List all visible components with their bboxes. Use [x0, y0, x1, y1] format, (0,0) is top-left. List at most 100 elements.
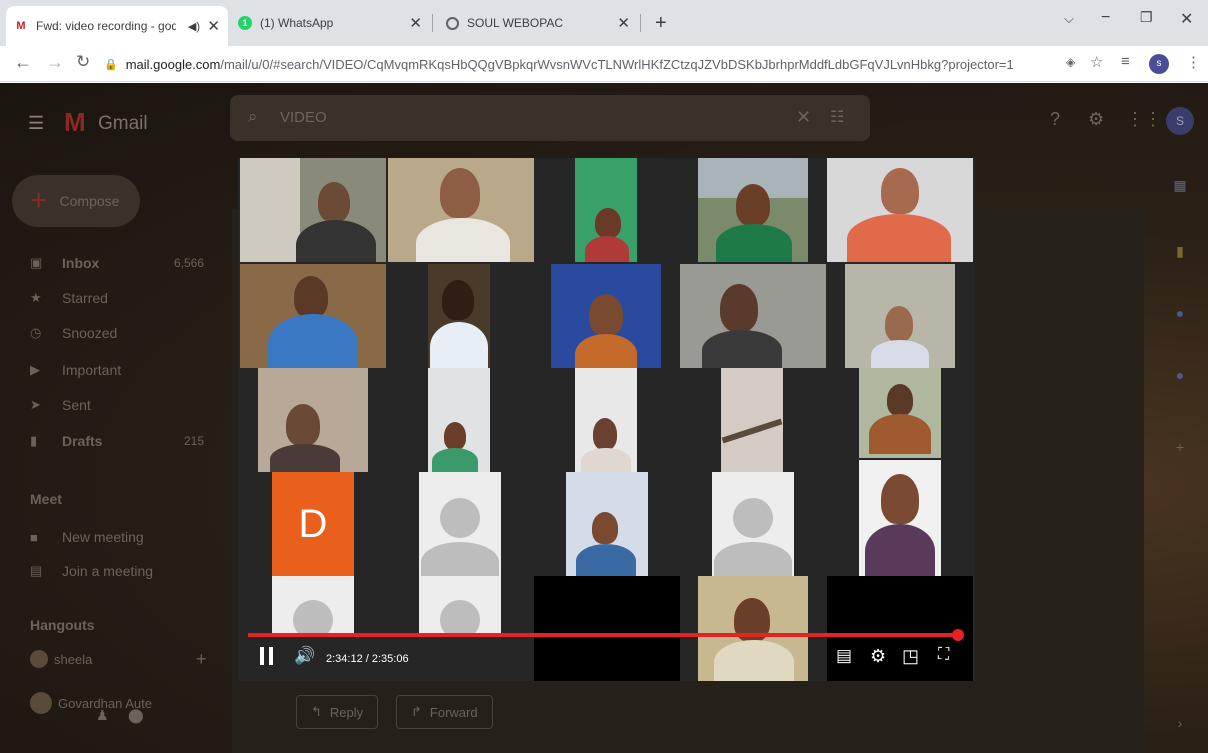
miniplayer-icon[interactable]: ◳	[902, 647, 919, 665]
compose-label: Compose	[59, 193, 120, 209]
profile-avatar[interactable]: s	[1149, 54, 1169, 74]
sidebar-item-label: Drafts	[62, 433, 103, 449]
sidebar-item-starred[interactable]: ★ Starred	[30, 288, 210, 308]
sidebar-item-sent[interactable]: ➤ Sent	[30, 395, 210, 415]
forward-arrow-icon: ↱	[411, 704, 422, 719]
reply-button[interactable]: ↰ Reply	[296, 695, 379, 729]
contacts-icon[interactable]: ●	[1166, 367, 1194, 385]
participant-tile	[428, 264, 490, 368]
forward-icon[interactable]: →	[46, 52, 64, 73]
avatar-placeholder-icon	[440, 498, 480, 538]
participant-tile: D	[272, 472, 354, 576]
expand-panel-icon[interactable]: ›	[1166, 715, 1194, 733]
participant-initial: D	[298, 501, 328, 546]
sidebar-item-label: Starred	[62, 290, 108, 306]
avatar	[30, 650, 48, 668]
restore-icon[interactable]: ❐	[1140, 9, 1153, 26]
add-app-icon[interactable]: +	[1166, 439, 1194, 457]
close-icon[interactable]: ✕	[617, 14, 630, 32]
search-options-icon[interactable]: ☷	[830, 107, 844, 127]
avatar-placeholder-icon	[733, 498, 773, 538]
app-name: Gmail	[98, 113, 148, 134]
compose-button[interactable]: + Compose	[12, 175, 140, 227]
meet-section-title: Meet	[30, 491, 62, 507]
address-bar[interactable]: 🔒 mail.google.com/mail/u/0/#search/VIDEO…	[104, 50, 1044, 78]
help-icon[interactable]: ?	[1050, 109, 1060, 130]
settings-gear-icon[interactable]: ⚙	[870, 647, 886, 665]
menu-kebab-icon[interactable]: ⋮	[1186, 53, 1201, 71]
account-avatar[interactable]: S	[1166, 107, 1194, 135]
minimize-icon[interactable]: −	[1101, 9, 1110, 27]
search-input[interactable]: VIDEO	[280, 109, 327, 126]
video-time: 2:34:12 / 2:35:06	[326, 653, 409, 665]
forward-button[interactable]: ↱ Forward	[396, 695, 493, 729]
tab-divider	[432, 14, 433, 32]
pause-icon[interactable]	[260, 647, 276, 665]
bookmark-star-icon[interactable]: ☆	[1090, 53, 1103, 71]
search-bar[interactable]: ⌕ VIDEO ✕ ☷	[230, 95, 870, 141]
volume-icon[interactable]: 🔊	[294, 647, 315, 664]
participant-tile	[566, 472, 648, 576]
sidebar-item-inbox[interactable]: ▣ Inbox 6,566	[30, 253, 210, 273]
tab-title: (1) WhatsApp	[260, 16, 334, 30]
participant-tile	[419, 472, 501, 576]
add-contact-icon[interactable]: +	[196, 649, 207, 670]
captions-icon[interactable]: ▤	[836, 647, 852, 664]
total-time: 2:35:06	[371, 653, 409, 665]
settings-gear-icon[interactable]: ⚙	[1088, 109, 1104, 130]
tab-whatsapp[interactable]: 1 (1) WhatsApp ✕	[230, 8, 430, 38]
meet-item-label: Join a meeting	[62, 563, 154, 579]
sidebar-item-drafts[interactable]: ▮ Drafts 215	[30, 431, 210, 451]
keyboard-icon: ▤	[30, 563, 43, 578]
participant-tile	[240, 264, 386, 368]
tab-gmail[interactable]: M Fwd: video recording - godb ◀) ✕	[6, 6, 228, 46]
search-icon[interactable]: ⌕	[248, 107, 258, 127]
clear-search-icon[interactable]: ✕	[796, 107, 811, 128]
tab-soul-webopac[interactable]: SOUL WEBOPAC ✕	[438, 8, 638, 38]
new-meeting-button[interactable]: ■ New meeting	[30, 527, 210, 547]
video-progress-bar[interactable]	[248, 633, 958, 637]
back-icon[interactable]: ←	[14, 52, 32, 73]
apps-grid-icon[interactable]: ⋮⋮	[1126, 109, 1162, 130]
avatar-placeholder-icon	[440, 600, 480, 636]
close-icon[interactable]: ✕	[207, 17, 220, 35]
video-controls: 🔊 2:34:12 / 2:35:06 ▤ ⚙ ◳ ⛶	[238, 643, 975, 681]
reading-list-icon[interactable]: ≡	[1121, 53, 1130, 70]
extension-icon[interactable]: ◈	[1066, 55, 1075, 69]
main-menu-icon[interactable]: ☰	[28, 113, 44, 134]
hangouts-section-title: Hangouts	[30, 617, 95, 633]
globe-icon	[446, 16, 459, 30]
join-meeting-button[interactable]: ▤ Join a meeting	[30, 561, 210, 581]
tasks-icon[interactable]: ●	[1166, 305, 1194, 323]
window-close-icon[interactable]: ✕	[1180, 9, 1193, 29]
lock-icon: 🔒	[104, 58, 118, 71]
forward-label: Forward	[429, 704, 478, 720]
sidebar-item-snoozed[interactable]: ◷ Snoozed	[30, 323, 210, 343]
participant-tile	[680, 264, 826, 368]
participant-tile	[698, 158, 808, 262]
keep-icon[interactable]: ▮	[1166, 243, 1194, 261]
location-icon[interactable]: ⬤	[128, 707, 144, 724]
sidebar-item-label: Inbox	[62, 255, 100, 271]
speaker-icon[interactable]: ◀)	[188, 20, 200, 33]
browser-toolbar: ← → ↻ 🔒 mail.google.com/mail/u/0/#search…	[0, 46, 1208, 82]
hangouts-user[interactable]: sheela	[30, 649, 92, 669]
sidebar-item-important[interactable]: ▶ Important	[30, 360, 210, 380]
gmail-icon: M	[16, 20, 26, 32]
reload-icon[interactable]: ↻	[76, 52, 90, 72]
tab-title: SOUL WEBOPAC	[467, 16, 564, 30]
participant-tile	[388, 158, 534, 262]
close-icon[interactable]: ✕	[409, 14, 422, 32]
sidebar-item-label: Sent	[62, 397, 91, 413]
progress-scrubber-handle[interactable]	[952, 629, 964, 641]
fullscreen-icon[interactable]: ⛶	[938, 647, 949, 663]
person-icon[interactable]: ♟	[96, 707, 109, 724]
video-player[interactable]: D	[238, 158, 975, 681]
tab-search-icon[interactable]: ⌵	[1064, 11, 1074, 27]
calendar-icon[interactable]: ▦	[1166, 177, 1194, 195]
sidebar-item-label: Important	[62, 362, 122, 378]
meet-item-label: New meeting	[62, 529, 144, 545]
new-tab-button[interactable]: +	[655, 12, 667, 35]
participant-tile	[721, 368, 783, 472]
participant-tile	[859, 460, 941, 576]
